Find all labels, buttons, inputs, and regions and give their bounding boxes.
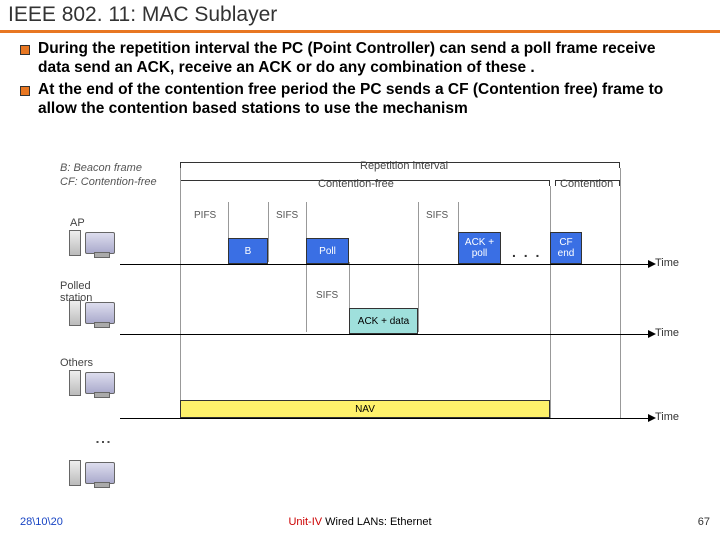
monitor-icon (85, 372, 115, 394)
computer-icon (69, 370, 81, 396)
gap-sifs: SIFS (426, 210, 448, 221)
bullet-item: At the end of the contention free period… (20, 80, 720, 119)
footer-topic: Wired LANs: Ethernet (325, 516, 431, 528)
bracket-contention-label: Contention (560, 178, 613, 190)
vtick (180, 168, 181, 418)
frame-cfend: CF end (550, 232, 582, 264)
slide-title: IEEE 802. 11: MAC Sublayer (8, 3, 712, 27)
monitor-icon (85, 232, 115, 254)
vtick (550, 186, 551, 418)
bullet-icon (20, 45, 30, 55)
monitor-icon (85, 302, 115, 324)
title-bar: IEEE 802. 11: MAC Sublayer (0, 0, 720, 33)
node-ap (85, 232, 115, 254)
row-label-others: Others (60, 357, 93, 369)
bullet-icon (20, 86, 30, 96)
footer-page: 67 (698, 516, 710, 528)
legend-cf: CF: Contention-free (60, 176, 157, 188)
frame-poll: Poll (306, 238, 349, 264)
bullet-text: At the end of the contention free period… (38, 80, 688, 119)
legend-b: B: Beacon frame (60, 162, 142, 174)
timeline-polled (120, 334, 650, 335)
vertical-dots-icon: ⋮ (93, 434, 112, 448)
bracket-repetition-label: Repetition interval (360, 160, 448, 172)
timing-diagram: B: Beacon frame CF: Contention-free Repe… (60, 162, 660, 492)
frame-beacon: B (228, 238, 268, 264)
node-extra (85, 462, 115, 484)
ellipsis-icon: . . . (512, 244, 541, 260)
computer-icon (69, 460, 81, 486)
bullet-list: During the repetition interval the PC (P… (0, 33, 720, 119)
time-label: Time (655, 327, 679, 339)
time-label: Time (655, 257, 679, 269)
bracket-cfree-label: Contention-free (318, 178, 394, 190)
footer-unit: Unit-IV (288, 516, 325, 528)
row-label-ap: AP (70, 217, 85, 229)
monitor-icon (85, 462, 115, 484)
vtick (418, 202, 419, 332)
vtick (620, 168, 621, 418)
gap-pifs: PIFS (194, 210, 216, 221)
frame-nav: NAV (180, 400, 550, 418)
vtick (268, 202, 269, 262)
footer-date: 28\10\20 (20, 516, 63, 528)
frame-ackdata: ACK + data (349, 308, 418, 334)
footer-center: Unit-IV Wired LANs: Ethernet (288, 516, 431, 528)
node-others (85, 372, 115, 394)
vtick (306, 202, 307, 332)
node-polled (85, 302, 115, 324)
bullet-item: During the repetition interval the PC (P… (20, 39, 720, 78)
gap-sifs: SIFS (316, 290, 338, 301)
frame-ackpoll: ACK + poll (458, 232, 501, 264)
gap-sifs: SIFS (276, 210, 298, 221)
timeline-others (120, 418, 650, 419)
computer-icon (69, 230, 81, 256)
bullet-text: During the repetition interval the PC (P… (38, 39, 688, 78)
footer: 28\10\20 Unit-IV Wired LANs: Ethernet 67 (0, 516, 720, 534)
timeline-ap (120, 264, 650, 265)
row-label-polled: Polled station (60, 280, 92, 304)
time-label: Time (655, 411, 679, 423)
